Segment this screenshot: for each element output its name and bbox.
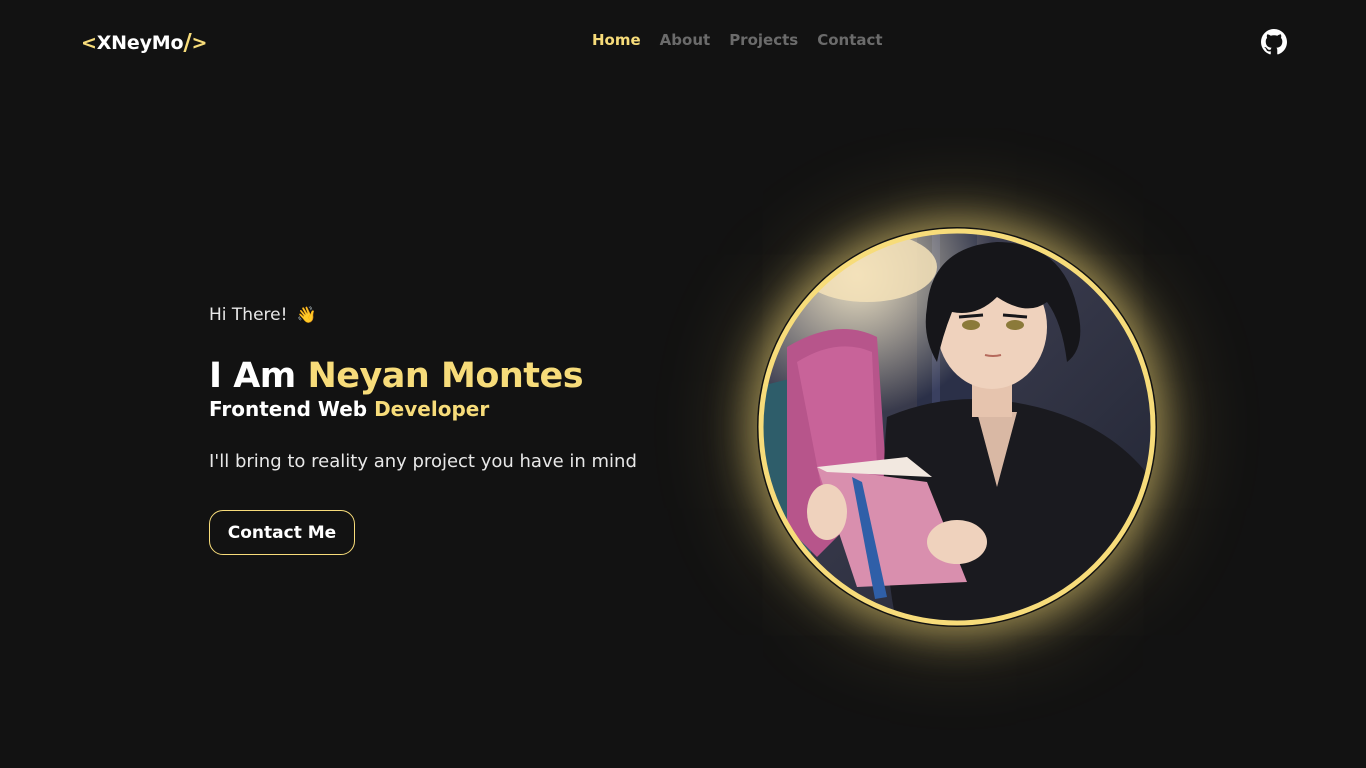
greeting-text: Hi There! (209, 305, 288, 325)
hero-role: Frontend Web Developer (209, 397, 489, 421)
nav-home[interactable]: Home (592, 31, 641, 49)
greeting: Hi There! 👋 (209, 305, 317, 325)
logo-close-bracket: > (191, 32, 208, 54)
contact-me-button[interactable]: Contact Me (209, 510, 355, 555)
site-logo[interactable]: <XNeyMo/> (81, 29, 208, 56)
logo-name: XNeyMo (96, 32, 184, 54)
logo-slash: / (183, 30, 192, 56)
hero-headline: I Am Neyan Montes (209, 356, 584, 396)
nav-projects[interactable]: Projects (729, 31, 798, 49)
avatar (757, 227, 1157, 627)
nav-contact[interactable]: Contact (817, 31, 882, 49)
nav-about[interactable]: About (660, 31, 711, 49)
avatar-illustration (758, 228, 1156, 626)
wave-icon: 👋 (296, 305, 317, 324)
page: <XNeyMo/> Home About Projects Contact Hi… (0, 0, 1366, 768)
role-accent: Developer (374, 397, 490, 421)
logo-open-bracket: < (81, 32, 97, 54)
hero-tagline: I'll bring to reality any project you ha… (209, 451, 637, 472)
headline-name: Neyan Montes (307, 356, 584, 396)
headline-prefix: I Am (209, 356, 296, 396)
github-icon[interactable] (1261, 29, 1287, 55)
main-nav: Home About Projects Contact (592, 31, 902, 49)
role-main: Frontend Web (209, 397, 368, 421)
